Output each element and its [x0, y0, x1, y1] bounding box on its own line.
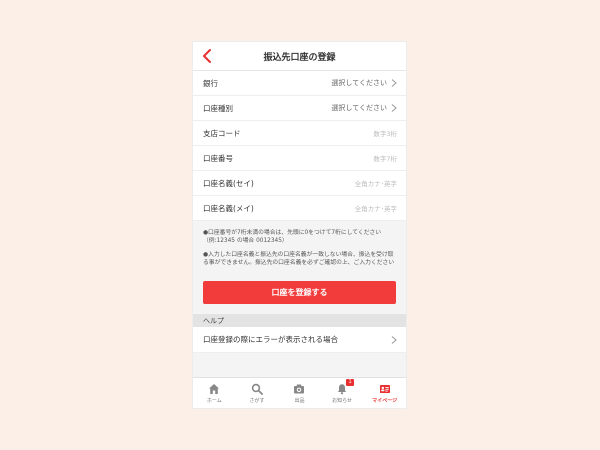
tab-sell-label: 出品: [294, 398, 305, 404]
account-name-mei-label: 口座名義(メイ): [203, 203, 254, 213]
tab-search[interactable]: さがす: [236, 378, 279, 408]
notification-badge: 1: [346, 379, 355, 386]
account-name-mei-placeholder: 全角カナ･英字: [354, 205, 397, 213]
chevron-right-icon: [391, 335, 397, 344]
bank-label: 銀行: [203, 78, 218, 88]
chevron-right-icon: [391, 79, 397, 87]
account-type-select-row[interactable]: 口座種別 選択してください: [193, 96, 406, 121]
tab-bar: ホーム さがす 出品 1 お知らせ マイページ: [193, 377, 406, 408]
branch-code-field[interactable]: 支店コード 数字3桁: [193, 121, 406, 146]
note-account-number: ●口座番号が7桁未満の場合は、先頭に0をつけて7桁にしてください（例:12345…: [203, 230, 382, 244]
account-number-label: 口座番号: [203, 153, 233, 163]
account-number-field[interactable]: 口座番号 数字7桁: [193, 146, 406, 171]
chevron-right-icon: [391, 104, 397, 112]
register-account-button[interactable]: 口座を登録する: [203, 281, 396, 304]
tab-mypage-label: マイページ: [372, 398, 398, 404]
bank-value: 選択してください: [331, 79, 387, 87]
tab-home-label: ホーム: [206, 398, 222, 404]
tab-home[interactable]: ホーム: [193, 378, 236, 408]
help-item-label: 口座登録の際にエラーが表示される場合: [203, 335, 338, 344]
submit-area: 口座を登録する: [193, 279, 406, 314]
help-section-header: ヘルプ: [193, 314, 406, 327]
tab-notifications[interactable]: 1 お知らせ: [321, 378, 364, 408]
account-name-sei-label: 口座名義(セイ): [203, 178, 254, 188]
account-name-mei-field[interactable]: 口座名義(メイ) 全角カナ･英字: [193, 196, 406, 221]
account-number-placeholder: 数字7桁: [373, 155, 397, 163]
account-name-sei-field[interactable]: 口座名義(セイ) 全角カナ･英字: [193, 171, 406, 196]
tab-sell[interactable]: 出品: [278, 378, 321, 408]
back-arrow-icon[interactable]: [202, 49, 212, 63]
home-icon: [209, 384, 220, 394]
notes: ●口座番号が7桁未満の場合は、先頭に0をつけて7桁にしてください（例:12345…: [193, 221, 406, 279]
tab-search-label: さがす: [249, 398, 265, 404]
branch-code-placeholder: 数字3桁: [373, 130, 397, 138]
camera-icon: [294, 384, 305, 394]
header: 振込先口座の登録: [193, 42, 406, 71]
help-item-error[interactable]: 口座登録の際にエラーが表示される場合: [193, 327, 406, 353]
mypage-icon: [379, 385, 390, 393]
branch-code-label: 支店コード: [203, 128, 241, 138]
account-form: 銀行 選択してください 口座種別 選択してください 支店コード 数字3桁 口座番…: [193, 71, 406, 221]
tab-mypage[interactable]: マイページ: [363, 378, 406, 408]
note-account-name: ●入力した口座名義と振込先の口座名義が一致しない場合、振込を受け取る事ができませ…: [203, 252, 395, 266]
bank-select-row[interactable]: 銀行 選択してください: [193, 71, 406, 96]
page-title: 振込先口座の登録: [263, 52, 336, 63]
search-icon: [251, 383, 263, 395]
account-name-sei-placeholder: 全角カナ･英字: [354, 180, 397, 188]
tab-notifications-label: お知らせ: [332, 398, 353, 404]
account-type-value: 選択してください: [331, 104, 387, 112]
account-type-label: 口座種別: [203, 103, 233, 113]
phone-screen: 振込先口座の登録 銀行 選択してください 口座種別 選択してください 支店コード…: [193, 42, 406, 408]
